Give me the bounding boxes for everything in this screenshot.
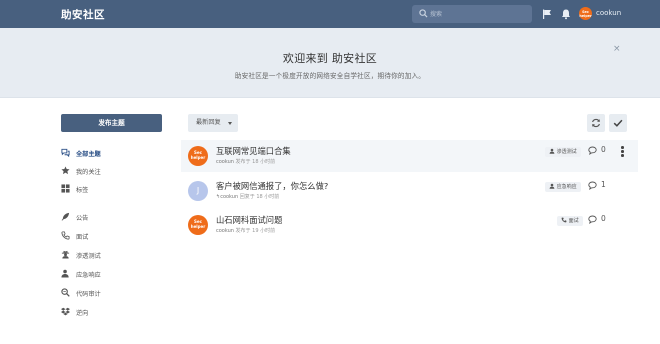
nav-item-code-audit[interactable]: 代码审计: [61, 286, 181, 300]
nav-label: 逆向: [76, 310, 89, 317]
banner-title: 欢迎来到 助安社区: [282, 52, 378, 65]
sort-label: 最新回复: [196, 119, 221, 126]
close-icon[interactable]: ×: [613, 45, 621, 54]
author-name[interactable]: cookun: [216, 228, 234, 234]
tags-grid-icon: [61, 184, 70, 193]
author-name[interactable]: cookun: [216, 159, 234, 165]
phone-icon: [61, 231, 70, 240]
tag-badge[interactable]: 应急响应: [545, 182, 581, 192]
nav-label: 渗透测试: [76, 253, 101, 260]
dropbox-icon: [61, 307, 70, 316]
banner-subtitle: 助安社区是一个极度开放的网络安全自学社区，期待你的加入。: [234, 72, 426, 80]
comment-icon: [588, 146, 597, 155]
user-shield-icon: [549, 183, 555, 189]
discussion-title[interactable]: 客户被网信通报了，你怎么做?: [216, 180, 328, 192]
discussion-row[interactable]: Sec helper 山石网科面试问题 cookun 发布于 19 小时前 面试…: [181, 209, 638, 241]
author-avatar[interactable]: Sec helper: [188, 215, 208, 235]
user-secret-icon: [61, 250, 70, 259]
nav-item-tags[interactable]: 标签: [61, 182, 181, 196]
discussion-meta: cookun 发布于 19 小时前: [216, 227, 275, 234]
nav-label: 应急响应: [76, 272, 101, 279]
author-avatar[interactable]: Sec helper: [188, 146, 208, 166]
nav-label: 标签: [76, 187, 89, 194]
avatar-text: Sec helper: [190, 150, 206, 160]
avatar-text: Sec helper: [579, 9, 592, 18]
search-input[interactable]: [430, 6, 528, 22]
tag-label: 渗透测试: [556, 149, 577, 155]
author-avatar[interactable]: J: [188, 181, 208, 201]
user-secret-icon: [549, 148, 555, 154]
reply-count-value: 0: [601, 145, 606, 154]
bell-icon[interactable]: [560, 8, 572, 20]
tag-label: 面试: [568, 218, 579, 224]
discussion-title[interactable]: 山石网科面试问题: [216, 214, 282, 226]
nav-label: 我的关注: [76, 169, 101, 176]
discussion-row[interactable]: J 客户被网信通报了，你怎么做? ↰cookun 回复于 18 小时前 应急响应…: [181, 175, 638, 207]
check-icon: [613, 119, 623, 127]
nav-item-following[interactable]: 我的关注: [61, 164, 181, 178]
nav-item-reverse[interactable]: 逆向: [61, 305, 181, 319]
nav-item-interview[interactable]: 面试: [61, 229, 181, 243]
search-icon: [419, 9, 428, 18]
nav-item-pentest[interactable]: 渗透测试: [61, 248, 181, 262]
chevron-down-icon: [228, 122, 232, 125]
reply-count-value: 0: [601, 214, 606, 223]
post-time: 发布于 18 小时前: [235, 159, 276, 165]
avatar-text: Sec helper: [190, 219, 206, 229]
nav-item-incident-response[interactable]: 应急响应: [61, 267, 181, 281]
compose-button[interactable]: 发布主题: [61, 114, 162, 132]
more-options-icon[interactable]: [621, 146, 625, 158]
site-logo[interactable]: 助安社区: [61, 7, 105, 22]
discussion-title[interactable]: 互联网常见端口合集: [216, 145, 291, 157]
discussion-row[interactable]: Sec helper 互联网常见端口合集 cookun 发布于 18 小时前 渗…: [181, 140, 638, 172]
avatar-text: J: [196, 186, 200, 195]
refresh-button[interactable]: [587, 114, 605, 132]
nav-label: 公告: [76, 215, 89, 222]
welcome-banner: 欢迎来到 助安社区 助安社区是一个极度开放的网络安全自学社区，期待你的加入。 ×: [0, 28, 660, 98]
discussion-meta: cookun 发布于 18 小时前: [216, 158, 275, 165]
comments-icon: [61, 148, 70, 157]
reply-count-value: 1: [601, 180, 606, 189]
username[interactable]: cookun: [596, 9, 621, 17]
nav-item-announcements[interactable]: 公告: [61, 210, 181, 224]
nav-label: 面试: [76, 234, 89, 241]
star-icon: [61, 166, 70, 175]
tag-label: 应急响应: [556, 184, 577, 190]
search-box[interactable]: [412, 5, 532, 23]
nav-label: 代码审计: [76, 291, 101, 298]
comment-icon: [588, 215, 597, 224]
refresh-icon: [592, 118, 600, 128]
mark-all-read-button[interactable]: [609, 114, 627, 132]
tag-badge[interactable]: 渗透测试: [545, 147, 581, 157]
discussion-meta: ↰cookun 回复于 18 小时前: [216, 193, 279, 200]
comment-icon: [588, 181, 597, 190]
flag-icon[interactable]: [541, 8, 553, 20]
post-time: 发布于 19 小时前: [235, 228, 276, 234]
top-header: 助安社区 Sec helper cookun: [0, 0, 660, 28]
user-shield-icon: [61, 269, 69, 278]
nav-label: 全部主题: [76, 151, 101, 158]
author-name[interactable]: ↰cookun: [216, 194, 238, 200]
tag-badge[interactable]: 面试: [557, 216, 583, 226]
search-code-icon: [61, 288, 70, 297]
megaphone-icon: [61, 212, 70, 221]
user-avatar[interactable]: Sec helper: [579, 7, 592, 20]
post-time: 回复于 18 小时前: [239, 194, 280, 200]
nav-item-all-discussions[interactable]: 全部主题: [61, 146, 181, 160]
sort-dropdown[interactable]: 最新回复: [188, 114, 238, 132]
phone-icon: [561, 217, 567, 222]
